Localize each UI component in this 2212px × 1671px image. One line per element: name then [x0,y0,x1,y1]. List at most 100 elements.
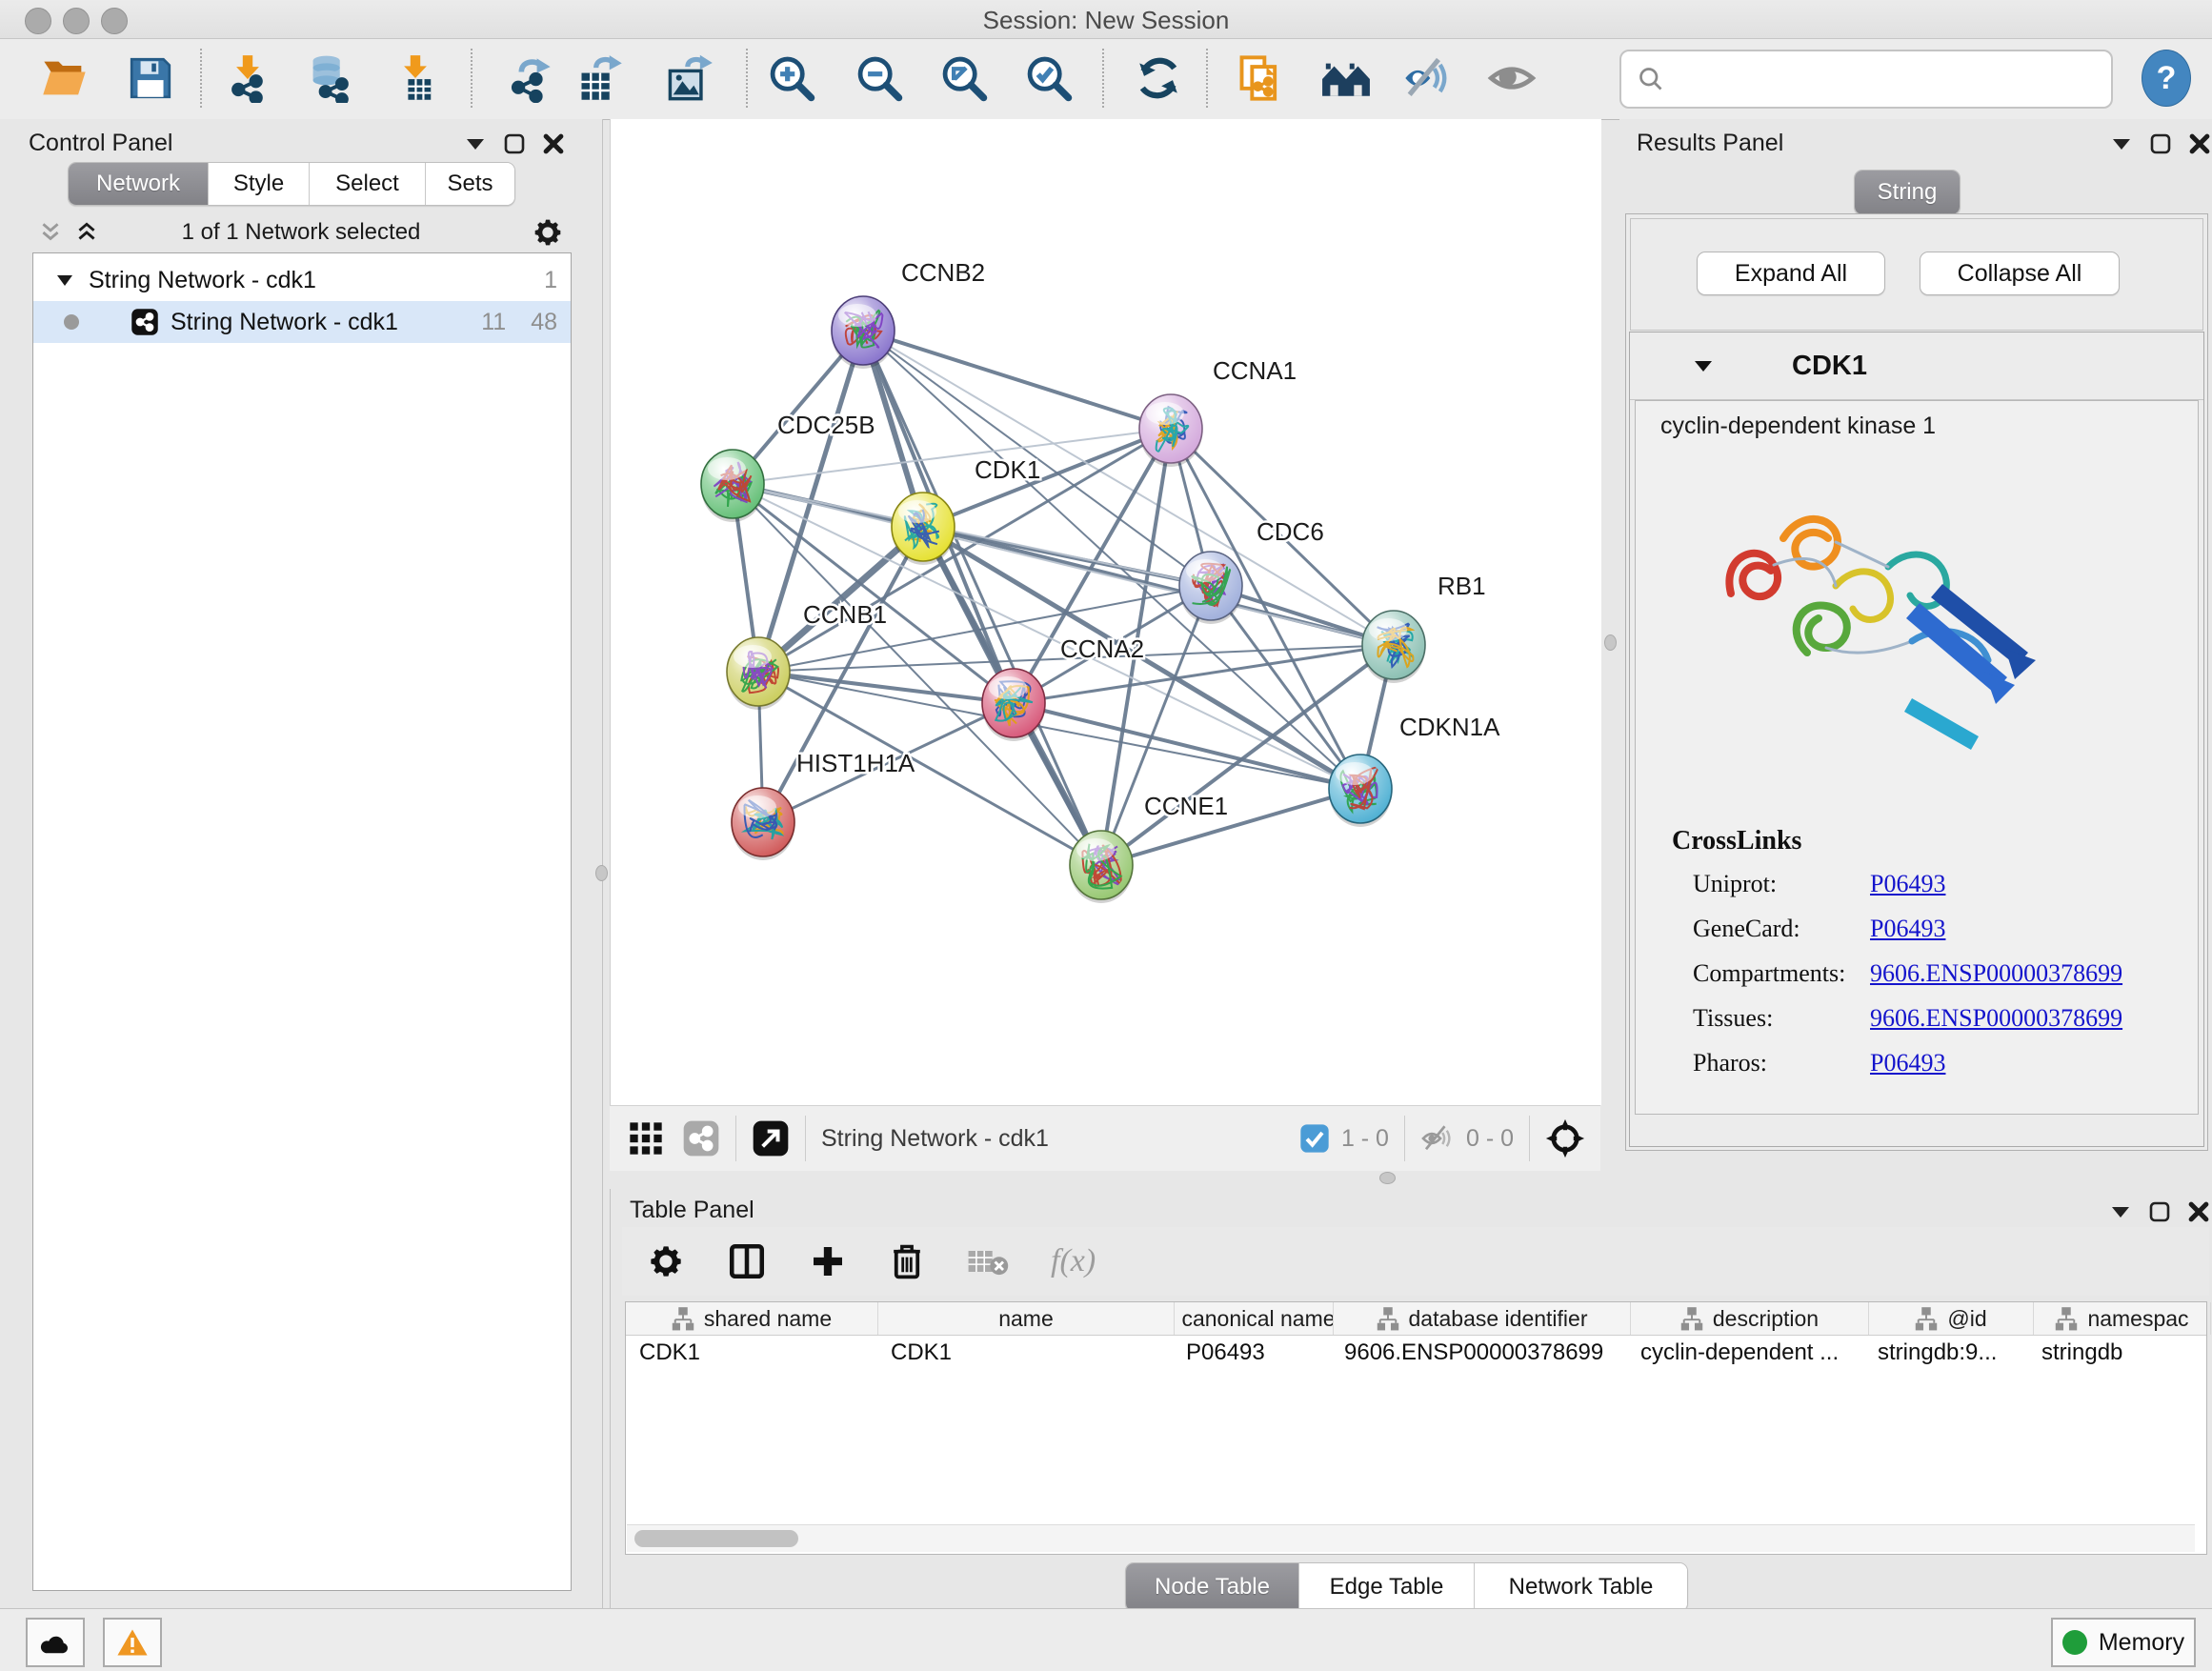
fit-content-crosshair-icon[interactable] [1545,1118,1585,1158]
first-neighbors-button[interactable] [1317,49,1376,108]
hide-selected-button[interactable] [1397,49,1456,108]
open-session-button[interactable] [35,49,94,108]
network-node[interactable] [727,637,790,710]
network-node[interactable] [982,669,1045,741]
network-node[interactable] [1139,394,1202,467]
network-node[interactable] [1362,611,1425,683]
network-edge[interactable] [863,331,1171,429]
float-panel-icon[interactable] [2148,1200,2171,1223]
delete-column-trash-icon[interactable] [889,1241,925,1281]
panel-menu-triangle-icon[interactable] [2111,136,2132,151]
tab-string[interactable]: String [1855,171,1960,214]
tab-network-table[interactable]: Network Table [1475,1563,1687,1611]
column-header-name[interactable]: name [878,1302,1175,1335]
cell-database-identifier[interactable]: 9606.ENSP00000378699 [1331,1339,1627,1366]
float-panel-icon[interactable] [503,132,526,155]
entry-collapse-triangle-icon[interactable] [1693,358,1714,373]
network-node[interactable] [1329,755,1392,827]
scrollbar-thumb[interactable] [634,1530,798,1547]
cell-at-id[interactable]: stringdb:9... [1864,1339,2028,1366]
cell-description[interactable]: cyclin-dependent ... [1627,1339,1864,1366]
add-column-plus-icon[interactable] [809,1242,847,1280]
export-table-button[interactable] [571,49,630,108]
memory-button[interactable]: Memory [2051,1618,2196,1667]
zoom-selected-button[interactable] [1019,49,1078,108]
cloud-status-button[interactable] [26,1618,85,1667]
crosslink-value[interactable]: P06493 [1870,915,1945,959]
network-edge[interactable] [758,672,1014,703]
network-edge[interactable] [1101,789,1360,865]
network-node[interactable] [892,493,955,565]
zoom-fit-button[interactable] [935,49,994,108]
expand-all-button[interactable]: Expand All [1697,252,1885,295]
tab-style[interactable]: Style [209,163,310,205]
column-header-canonical-name[interactable]: canonical name [1175,1302,1334,1335]
entry-header[interactable]: CDK1 [1630,332,2203,400]
import-network-button[interactable] [218,49,277,108]
column-header-database-identifier[interactable]: database identifier [1334,1302,1631,1335]
column-header-shared-name[interactable]: shared name [626,1302,878,1335]
selected-checkbox-icon[interactable] [1299,1123,1330,1154]
crosslink-value[interactable]: 9606.ENSP00000378699 [1870,1004,2122,1049]
panel-menu-triangle-icon[interactable] [2110,1204,2131,1219]
show-all-button[interactable] [1482,49,1541,108]
tab-network[interactable]: Network [69,163,209,205]
tab-edge-table[interactable]: Edge Table [1299,1563,1475,1611]
tree-expand-triangle-icon[interactable] [56,273,73,287]
left-splitter-handle[interactable] [595,865,608,881]
network-node[interactable] [701,450,764,522]
detach-view-icon[interactable] [752,1119,790,1158]
panel-menu-triangle-icon[interactable] [465,136,486,151]
crosslink-value[interactable]: P06493 [1870,870,1945,915]
help-button[interactable]: ? [2142,50,2191,107]
table-settings-gear-icon[interactable] [647,1242,685,1280]
tab-sets[interactable]: Sets [426,163,514,205]
show-columns-icon[interactable] [727,1241,767,1281]
export-image-button[interactable] [660,49,719,108]
import-table-button[interactable] [386,49,445,108]
tab-select[interactable]: Select [310,163,426,205]
network-node[interactable] [732,788,794,860]
network-options-gear-icon[interactable] [532,216,564,249]
cell-shared-name[interactable]: CDK1 [626,1339,877,1366]
cell-name[interactable]: CDK1 [877,1339,1173,1366]
close-panel-icon[interactable] [2188,1201,2209,1222]
collapse-all-button[interactable]: Collapse All [1920,252,2120,295]
search-input[interactable] [1675,65,2101,93]
column-header-namespac[interactable]: namespac [2034,1302,2211,1335]
network-node[interactable] [1179,552,1242,624]
close-panel-icon[interactable] [543,133,564,154]
close-panel-icon[interactable] [2189,133,2210,154]
table-row[interactable]: CDK1CDK1P064939606.ENSP00000378699cyclin… [626,1336,2206,1370]
column-header-description[interactable]: description [1631,1302,1869,1335]
cell-namespace[interactable]: stringdb [2028,1339,2204,1366]
clone-network-button[interactable] [1231,49,1290,108]
export-network-button[interactable] [500,49,559,108]
crosslink-value[interactable]: P06493 [1870,1049,1945,1094]
network-node[interactable] [832,296,895,369]
tab-node-table[interactable]: Node Table [1126,1563,1299,1611]
column-header--id[interactable]: @id [1869,1302,2034,1335]
network-edge[interactable] [863,331,1394,645]
network-collection-row[interactable]: String Network - cdk1 1 [33,259,571,301]
warnings-button[interactable] [103,1618,162,1667]
grid-view-icon[interactable] [627,1119,665,1158]
horizontal-splitter-handle[interactable] [1379,1172,1396,1184]
cell-canonical-name[interactable]: P06493 [1173,1339,1331,1366]
search-box[interactable] [1619,50,2113,109]
table-horizontal-scrollbar[interactable] [627,1524,2195,1552]
network-row-selected[interactable]: String Network - cdk1 11 48 [33,301,571,343]
import-network-from-database-button[interactable] [301,49,360,108]
crosslink-value[interactable]: 9606.ENSP00000378699 [1870,959,2122,1004]
network-canvas[interactable]: CCNB2CCNA1CDC25BCDK1CDC6RB1CCNB1CCNA2CDK… [610,119,1601,1105]
right-splitter-handle[interactable] [1604,634,1617,651]
network-view-mode-icon[interactable] [682,1119,720,1158]
network-node[interactable] [1070,831,1133,903]
float-panel-icon[interactable] [2149,132,2172,155]
network-edge[interactable] [733,484,1211,586]
network-edge[interactable] [863,331,1101,865]
zoom-out-button[interactable] [850,49,909,108]
refresh-button[interactable] [1129,49,1188,108]
zoom-in-button[interactable] [762,49,821,108]
save-session-button[interactable] [121,49,180,108]
